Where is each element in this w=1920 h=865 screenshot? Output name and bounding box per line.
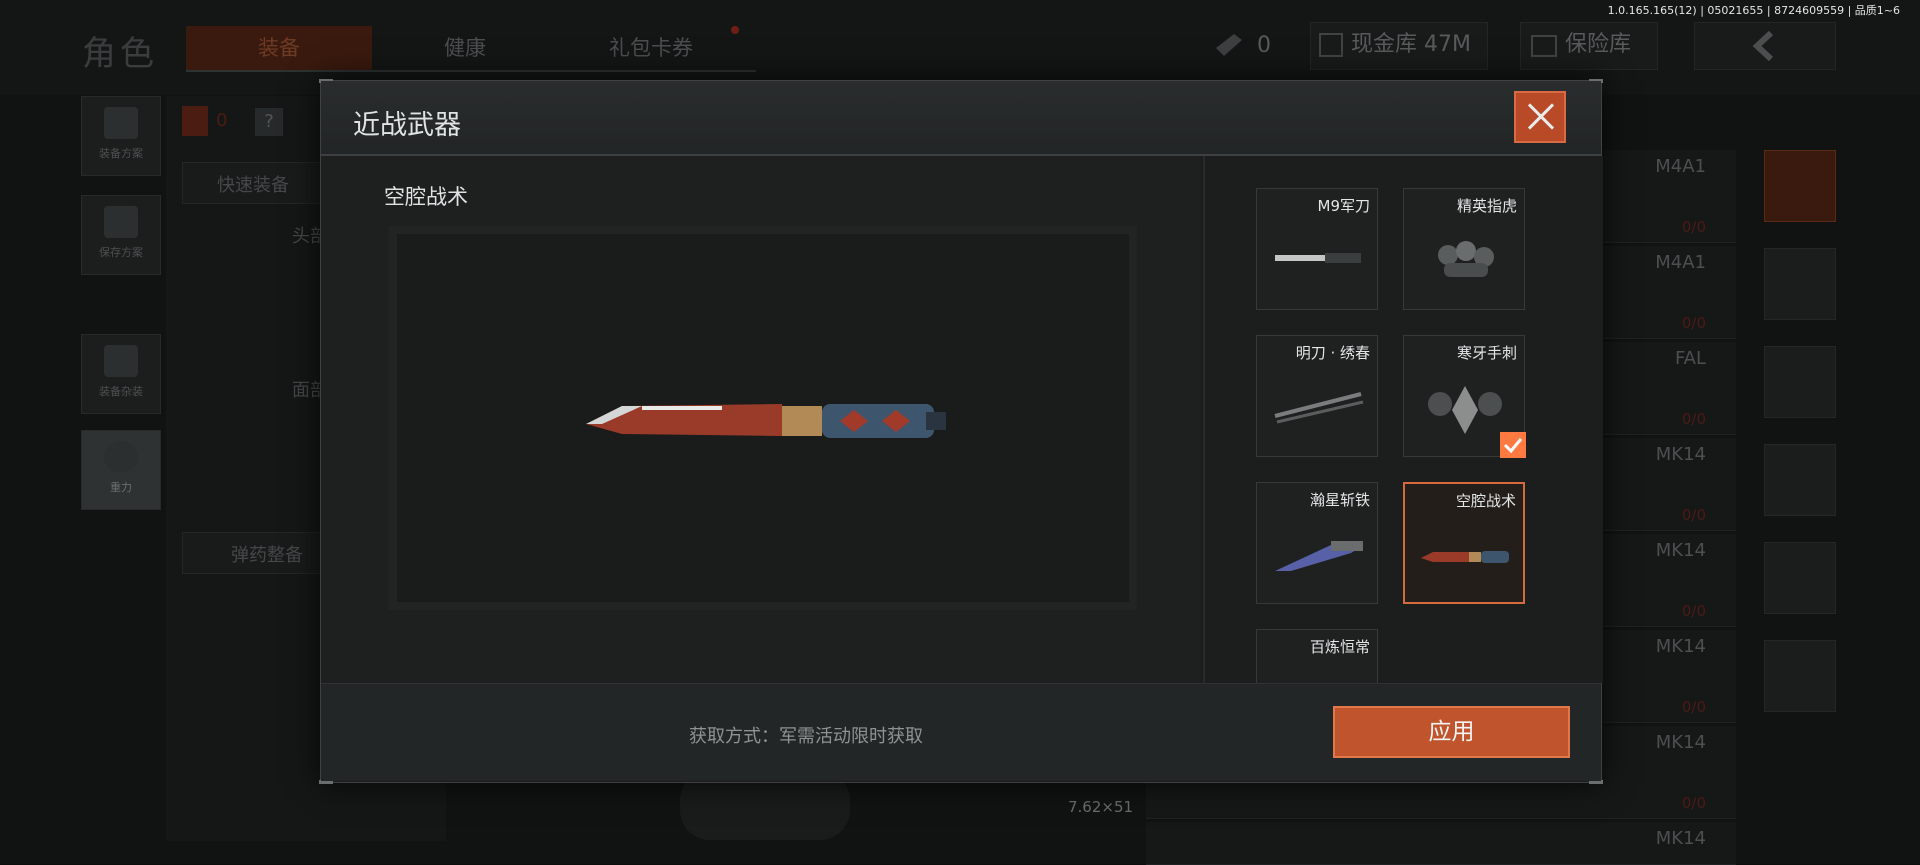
weapon-item[interactable]: 明刀 · 绣春 (1256, 335, 1378, 457)
version-info: 1.0.165.165(12) | 05021655 | 8724609559 … (1607, 4, 1900, 17)
weapon-row[interactable]: MK14 (1146, 822, 1736, 865)
knife-preview-image (586, 404, 946, 438)
cash-vault-label: 现金库 47M (1351, 32, 1471, 57)
safe-icon (1531, 35, 1557, 57)
weapon-item-label: 明刀 · 绣春 (1295, 344, 1370, 362)
notification-dot (731, 26, 739, 34)
category-rifle[interactable] (1764, 346, 1836, 418)
m9-knife-image (1275, 253, 1361, 263)
save-plan-button[interactable]: 保存方案 (81, 195, 161, 275)
weapon-item-label: 精英指虎 (1456, 197, 1517, 215)
category-helmet[interactable] (1764, 150, 1836, 222)
ammo-equip-label: 弹药整备 (231, 545, 303, 566)
category-melee[interactable] (1764, 640, 1836, 712)
acquisition-text: 获取方式：军需活动限时获取 (689, 726, 923, 747)
misc-gear-label: 装备杂装 (99, 385, 143, 398)
category-pistol[interactable] (1764, 542, 1836, 614)
category-bar (1764, 150, 1840, 830)
vault-icon (1319, 33, 1343, 57)
back-button[interactable] (1694, 22, 1836, 70)
lightning-icon (104, 441, 138, 473)
cold-fang-image (1428, 386, 1502, 434)
weapon-item-label: 瀚星斩铁 (1309, 491, 1370, 509)
vest-icon (104, 107, 138, 139)
weapon-item-selected[interactable]: 空腔战术 (1403, 482, 1525, 604)
quick-equip-button[interactable]: 快速装备 (182, 162, 334, 204)
gravity-button[interactable]: 重力 (81, 430, 161, 510)
category-magazine[interactable] (1764, 444, 1836, 516)
selected-weapon-name: 空腔战术 (384, 185, 468, 209)
save-plan-label: 保存方案 (99, 246, 143, 259)
melee-weapon-dialog: 近战武器 空腔战术 M9军刀 精英指虎 明刀 · 绣春 寒牙手刺 瀚星斩铁 空腔… (319, 79, 1603, 784)
dialog-header: 近战武器 (321, 81, 1601, 156)
page-title: 角色 (82, 34, 158, 74)
weapon-item[interactable]: M9军刀 (1256, 188, 1378, 310)
insurance-vault-label: 保险库 (1565, 32, 1632, 57)
tab-equipment[interactable]: 装备 (186, 26, 372, 70)
ammo-caliber: 7.62×51 (1068, 798, 1134, 816)
knuckles-image (1438, 241, 1494, 277)
armor-icon (182, 106, 208, 136)
armor-count: 0 (216, 110, 228, 131)
cash-vault-button[interactable]: 现金库 47M (1310, 22, 1488, 70)
equip-plan-label: 装备方案 (99, 147, 143, 160)
equip-plan-button[interactable]: 装备方案 (81, 96, 161, 176)
ticket-icon (1212, 30, 1246, 60)
weapon-list: M9军刀 精英指虎 明刀 · 绣春 寒牙手刺 瀚星斩铁 空腔战术 百炼恒常 (1203, 156, 1603, 683)
tab-gift-vouchers[interactable]: 礼包卡券 (558, 26, 744, 70)
weapon-item[interactable]: 瀚星斩铁 (1256, 482, 1378, 604)
download-icon (104, 206, 138, 238)
help-icon[interactable]: ? (255, 108, 283, 136)
gravity-label: 重力 (110, 481, 132, 494)
dialog-footer: 获取方式：军需活动限时获取 应用 (321, 683, 1601, 781)
weapon-item[interactable]: 寒牙手刺 (1403, 335, 1526, 458)
quick-equip-label: 快速装备 (217, 175, 289, 196)
weapon-item[interactable]: 百炼恒常 (1256, 629, 1378, 683)
apply-button[interactable]: 应用 (1333, 706, 1570, 758)
weapon-item-label: M9军刀 (1317, 197, 1371, 215)
weapon-item-label: 百炼恒常 (1309, 638, 1370, 656)
category-armor[interactable] (1764, 248, 1836, 320)
helmet-icon (104, 345, 138, 377)
tab-underline (186, 70, 756, 72)
weapon-item[interactable]: 精英指虎 (1403, 188, 1525, 310)
hollow-tactical-image (1421, 551, 1509, 563)
back-arrow-icon (1752, 31, 1774, 61)
weapon-item-label: 寒牙手刺 (1456, 344, 1517, 362)
close-button[interactable] (1514, 91, 1566, 143)
ammo-equip-button[interactable]: 弹药整备 (182, 532, 334, 574)
weapon-item-label: 空腔战术 (1455, 492, 1516, 510)
weapon-preview[interactable] (389, 226, 1137, 610)
tab-health[interactable]: 健康 (372, 26, 558, 70)
star-blade-image (1275, 541, 1363, 571)
xiuchun-blade-image (1274, 392, 1364, 424)
equipped-check-icon (1500, 432, 1526, 458)
insurance-vault-button[interactable]: 保险库 (1520, 22, 1658, 70)
ticket-count: 0 (1257, 33, 1271, 58)
dialog-title: 近战武器 (353, 110, 461, 141)
misc-gear-button[interactable]: 装备杂装 (81, 334, 161, 414)
